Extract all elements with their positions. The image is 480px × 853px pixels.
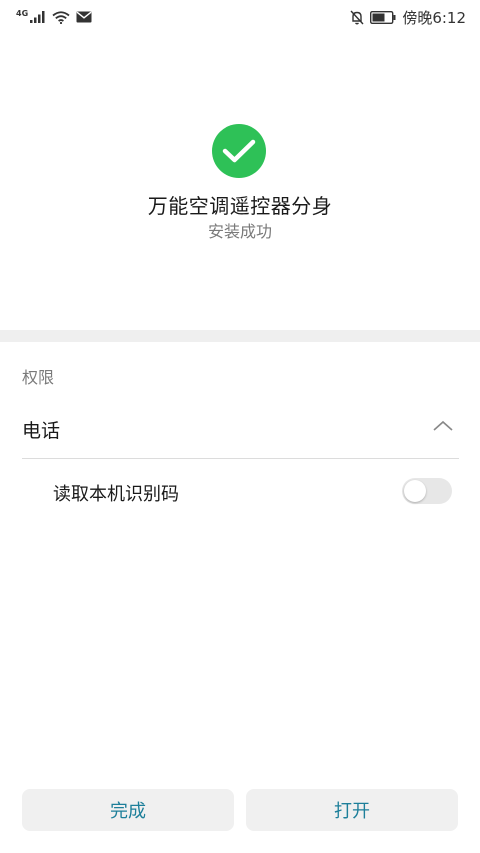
battery-icon	[370, 10, 396, 24]
chevron-up-icon[interactable]	[432, 418, 454, 434]
permissions-section-title: 权限	[22, 368, 55, 387]
wifi-icon	[52, 10, 70, 24]
permission-group-phone[interactable]: 电话	[0, 400, 480, 458]
app-name: 万能空调遥控器分身	[147, 194, 333, 218]
permission-item-label: 读取本机识别码	[53, 484, 179, 505]
section-divider	[0, 330, 480, 342]
mail-icon	[76, 11, 92, 23]
success-check-icon	[212, 124, 266, 178]
done-button[interactable]: 完成	[22, 789, 234, 831]
open-button[interactable]: 打开	[246, 789, 458, 831]
mute-bell-icon	[350, 10, 364, 25]
install-status-text: 安装成功	[207, 222, 272, 241]
status-bar-left: 4G	[16, 8, 92, 24]
bottom-action-bar: 完成 打开	[0, 789, 480, 833]
clock: 傍晚6:12	[402, 8, 466, 27]
permission-group-label: 电话	[22, 420, 61, 442]
permission-item-read-device-id: 读取本机识别码	[0, 466, 480, 518]
install-result-hero: 万能空调遥控器分身 安装成功	[0, 34, 480, 330]
permission-toggle[interactable]	[402, 478, 452, 504]
status-bar-right: 傍晚6:12	[350, 7, 466, 28]
network-type-label: 4G	[16, 8, 29, 18]
group-divider	[22, 458, 459, 459]
toggle-knob	[404, 480, 426, 502]
status-bar: 4G 傍晚6:12	[0, 0, 480, 34]
signal-icon	[30, 11, 46, 23]
